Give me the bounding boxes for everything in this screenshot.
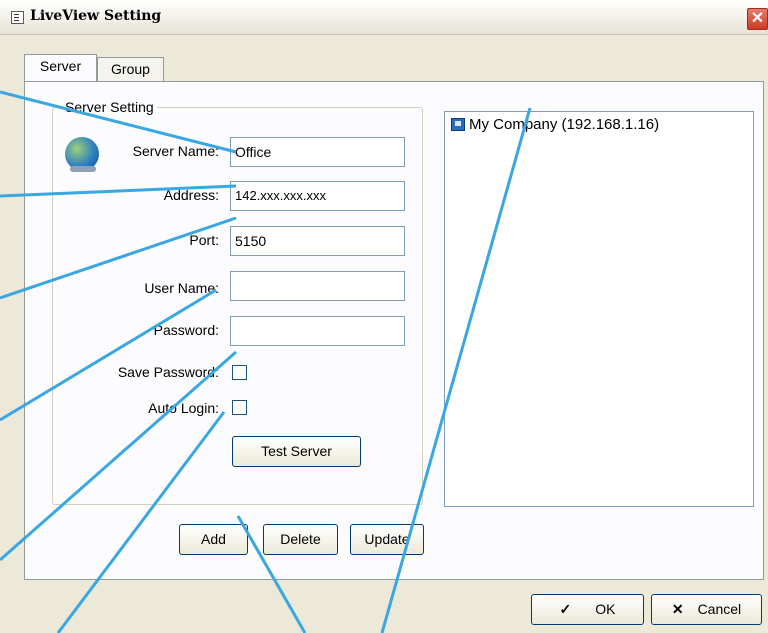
server-tree[interactable]: My Company (192.168.1.16) bbox=[444, 111, 754, 507]
close-button[interactable]: ✕ bbox=[747, 8, 768, 30]
save-password-label: Save Password: bbox=[117, 364, 219, 380]
update-button[interactable]: Update bbox=[350, 524, 424, 555]
app-icon bbox=[11, 11, 24, 24]
ok-button[interactable]: ✓ OK bbox=[531, 594, 644, 625]
server-setting-group-label: Server Setting bbox=[62, 99, 157, 115]
port-label: Port: bbox=[189, 232, 219, 248]
delete-button[interactable]: Delete bbox=[263, 524, 338, 555]
user-name-label: User Name: bbox=[144, 280, 219, 296]
ok-label: OK bbox=[595, 601, 616, 617]
password-label: Password: bbox=[153, 322, 219, 338]
globe-stand bbox=[70, 166, 96, 172]
auto-login-checkbox[interactable] bbox=[232, 400, 247, 415]
tree-item-label: My Company (192.168.1.16) bbox=[469, 116, 660, 133]
tab-server[interactable]: Server bbox=[24, 54, 97, 81]
cancel-button[interactable]: ✕ Cancel bbox=[651, 594, 762, 625]
server-monitor-icon bbox=[451, 118, 465, 131]
address-label: Address: bbox=[163, 187, 219, 203]
window-title: LiveView Setting bbox=[30, 8, 162, 24]
cancel-label: Cancel bbox=[697, 601, 742, 617]
server-name-input[interactable]: Office bbox=[230, 137, 405, 167]
title-bar: LiveView Setting ✕ bbox=[0, 0, 768, 35]
auto-login-label: Auto Login: bbox=[148, 400, 219, 416]
test-server-button[interactable]: Test Server bbox=[232, 436, 361, 467]
add-button[interactable]: Add bbox=[179, 524, 248, 555]
save-password-checkbox[interactable] bbox=[232, 365, 247, 380]
tab-group[interactable]: Group bbox=[97, 57, 164, 81]
checkmark-icon: ✓ bbox=[559, 601, 572, 617]
port-input[interactable]: 5150 bbox=[230, 226, 405, 256]
address-input[interactable]: 142.xxx.xxx.xxx bbox=[230, 181, 405, 211]
x-icon: ✕ bbox=[671, 601, 684, 617]
user-name-input[interactable] bbox=[230, 271, 405, 301]
server-name-label: Server Name: bbox=[132, 143, 219, 159]
liveview-setting-window: LiveView Setting ✕ Server Group Server S… bbox=[0, 0, 768, 633]
password-input[interactable] bbox=[230, 316, 405, 346]
